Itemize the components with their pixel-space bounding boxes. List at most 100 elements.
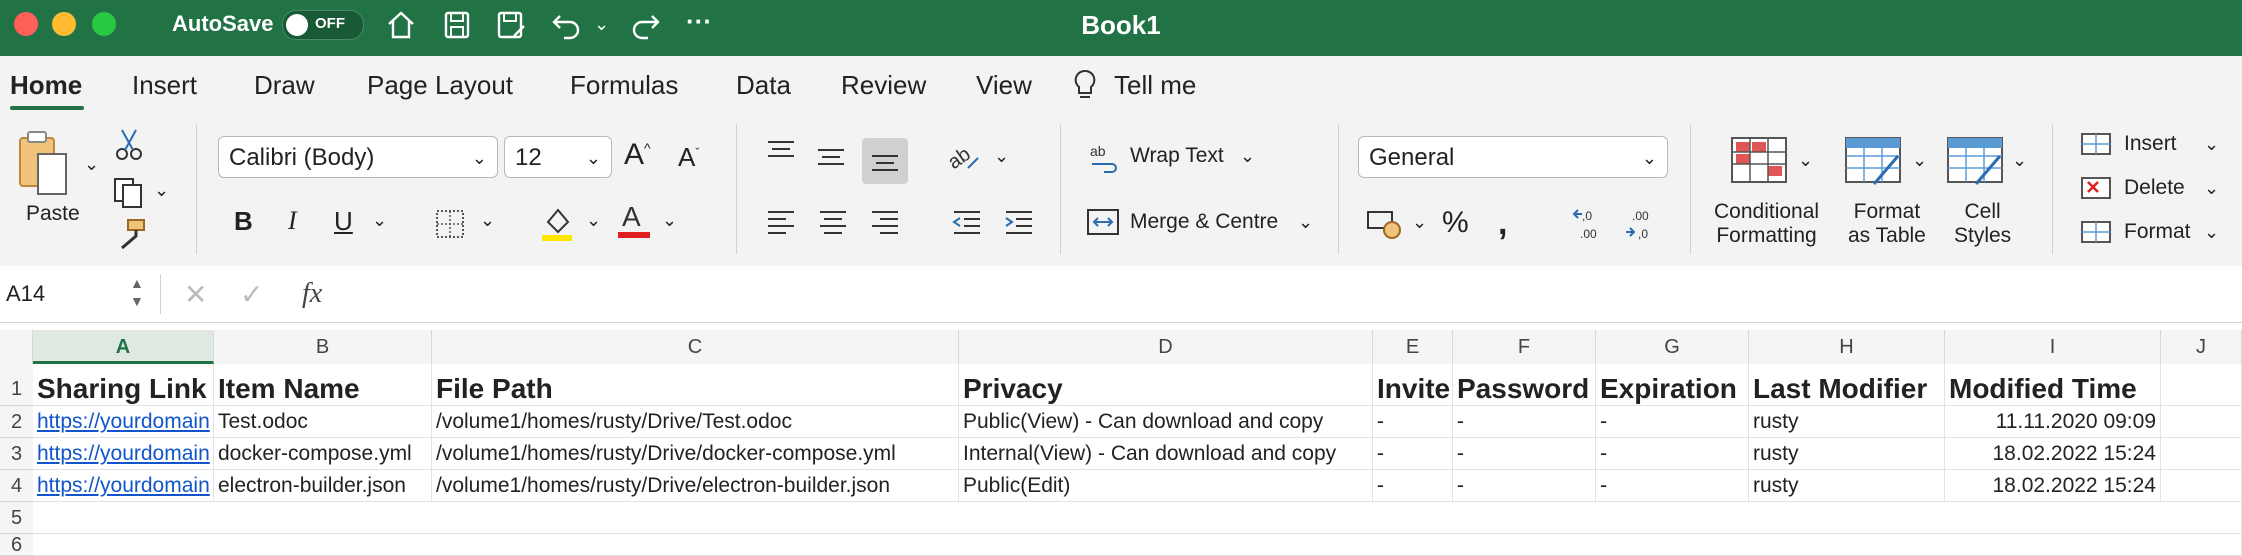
table-cell[interactable]: rusty (1749, 470, 1945, 502)
table-cell[interactable]: - (1373, 406, 1453, 438)
row-header[interactable]: 2 (0, 406, 33, 438)
table-cell[interactable]: Internal(View) - Can download and copy (959, 438, 1373, 470)
font-color-icon[interactable]: A (616, 198, 652, 245)
table-cell[interactable]: /volume1/homes/rusty/Drive/electron-buil… (432, 470, 959, 502)
row-header[interactable]: 3 (0, 438, 33, 470)
empty-cell[interactable] (2161, 406, 2242, 438)
empty-row[interactable] (33, 502, 2242, 534)
table-header-cell[interactable]: Modified Time (1945, 364, 2161, 406)
format-as-table-label[interactable]: Format as Table (1848, 200, 1926, 248)
tab-home[interactable]: Home (10, 70, 82, 101)
empty-cell[interactable] (2161, 470, 2242, 502)
table-cell[interactable]: rusty (1749, 406, 1945, 438)
decrease-indent-icon[interactable] (950, 208, 984, 243)
bold-button[interactable]: B (234, 206, 253, 237)
table-cell[interactable]: - (1373, 470, 1453, 502)
font-name-combo[interactable]: Calibri (Body) ⌄ (218, 136, 498, 178)
table-cell[interactable]: 18.02.2022 15:24 (1945, 470, 2161, 502)
fill-color-dropdown-icon[interactable]: ⌄ (586, 210, 601, 231)
table-cell[interactable]: /volume1/homes/rusty/Drive/Test.odoc (432, 406, 959, 438)
orientation-dropdown-icon[interactable]: ⌄ (994, 146, 1009, 167)
underline-dropdown-icon[interactable]: ⌄ (372, 210, 387, 231)
cell-styles-label[interactable]: Cell Styles (1954, 200, 2011, 248)
decrease-decimal-icon[interactable]: .00,0 (1624, 206, 1660, 247)
increase-decimal-icon[interactable]: ,0.00 (1572, 206, 1608, 247)
table-cell[interactable]: - (1596, 406, 1749, 438)
table-header-cell[interactable]: Password (1453, 364, 1596, 406)
wrap-text-dropdown-icon[interactable]: ⌄ (1240, 146, 1255, 167)
row-header[interactable]: 5 (0, 502, 33, 534)
underline-button[interactable]: U (334, 206, 353, 237)
table-header-cell[interactable]: File Path (432, 364, 959, 406)
column-header[interactable]: A (33, 330, 214, 364)
align-center-icon[interactable] (816, 208, 850, 243)
table-header-cell[interactable]: Last Modifier (1749, 364, 1945, 406)
insert-cells-label[interactable]: Insert (2124, 132, 2177, 156)
font-color-dropdown-icon[interactable]: ⌄ (662, 210, 677, 231)
tab-draw[interactable]: Draw (254, 70, 315, 101)
copy-icon[interactable] (112, 176, 146, 215)
table-cell[interactable]: rusty (1749, 438, 1945, 470)
align-top-icon[interactable] (764, 138, 798, 173)
table-cell[interactable]: - (1453, 406, 1596, 438)
table-header-cell[interactable]: Expiration (1596, 364, 1749, 406)
delete-dropdown-icon[interactable]: ⌄ (2204, 178, 2219, 199)
align-bottom-icon[interactable] (862, 138, 908, 184)
delete-cells-label[interactable]: Delete (2124, 176, 2185, 200)
table-cell[interactable]: - (1596, 438, 1749, 470)
paste-icon[interactable] (16, 130, 72, 203)
tab-view[interactable]: View (976, 70, 1032, 101)
format-painter-icon[interactable] (114, 218, 148, 257)
decrease-font-size-icon[interactable]: Aˇ (678, 142, 699, 173)
sharing-link-cell[interactable]: https://yourdomain (33, 438, 214, 470)
borders-icon[interactable] (434, 208, 466, 245)
tab-page-layout[interactable]: Page Layout (367, 70, 513, 101)
insert-function-icon[interactable]: fx (302, 278, 322, 310)
sharing-link-cell[interactable]: https://yourdomain (33, 470, 214, 502)
accounting-format-icon[interactable] (1366, 206, 1406, 245)
table-cell[interactable]: Test.odoc (214, 406, 432, 438)
column-header[interactable]: G (1596, 330, 1749, 364)
table-cell[interactable]: Public(View) - Can download and copy (959, 406, 1373, 438)
column-header[interactable]: D (959, 330, 1373, 364)
column-header[interactable]: J (2161, 330, 2242, 364)
cell-styles-icon[interactable] (1946, 136, 2004, 193)
column-header[interactable]: F (1453, 330, 1596, 364)
table-cell[interactable]: - (1373, 438, 1453, 470)
row-header[interactable]: 4 (0, 470, 33, 502)
table-header-cell[interactable]: Sharing Link (33, 364, 214, 406)
copy-dropdown-icon[interactable]: ⌄ (154, 180, 169, 201)
increase-font-size-icon[interactable]: A^ (624, 138, 651, 172)
delete-cells-icon[interactable] (2080, 174, 2112, 207)
table-cell[interactable]: 18.02.2022 15:24 (1945, 438, 2161, 470)
table-cell[interactable]: docker-compose.yml (214, 438, 432, 470)
cancel-icon[interactable]: ✕ (184, 278, 207, 311)
borders-dropdown-icon[interactable]: ⌄ (480, 210, 495, 231)
format-cells-label[interactable]: Format (2124, 220, 2191, 244)
select-all-corner[interactable] (0, 330, 33, 364)
accounting-dropdown-icon[interactable]: ⌄ (1412, 212, 1427, 233)
align-right-icon[interactable] (868, 208, 902, 243)
tab-data[interactable]: Data (736, 70, 791, 101)
name-box-stepper-icon[interactable]: ▲ ▼ (130, 274, 144, 310)
comma-style-icon[interactable]: , (1498, 204, 1507, 243)
merge-centre-icon[interactable] (1086, 206, 1120, 243)
sharing-link-cell[interactable]: https://yourdomain (33, 406, 214, 438)
tab-tell-me[interactable]: Tell me (1114, 70, 1196, 101)
table-cell[interactable]: /volume1/homes/rusty/Drive/docker-compos… (432, 438, 959, 470)
column-header[interactable]: I (1945, 330, 2161, 364)
wrap-text-label[interactable]: Wrap Text (1130, 144, 1224, 168)
insert-cells-icon[interactable] (2080, 130, 2112, 163)
table-cell[interactable]: - (1453, 438, 1596, 470)
cut-icon[interactable] (114, 128, 144, 167)
insert-dropdown-icon[interactable]: ⌄ (2204, 134, 2219, 155)
table-cell[interactable]: electron-builder.json (214, 470, 432, 502)
number-format-combo[interactable]: General ⌄ (1358, 136, 1668, 178)
column-header[interactable]: E (1373, 330, 1453, 364)
column-header[interactable]: H (1749, 330, 1945, 364)
table-cell[interactable]: 11.11.2020 09:09 (1945, 406, 2161, 438)
empty-cell[interactable] (2161, 364, 2242, 406)
format-table-dropdown-icon[interactable]: ⌄ (1912, 150, 1927, 171)
increase-indent-icon[interactable] (1002, 208, 1036, 243)
format-as-table-icon[interactable] (1844, 136, 1902, 193)
